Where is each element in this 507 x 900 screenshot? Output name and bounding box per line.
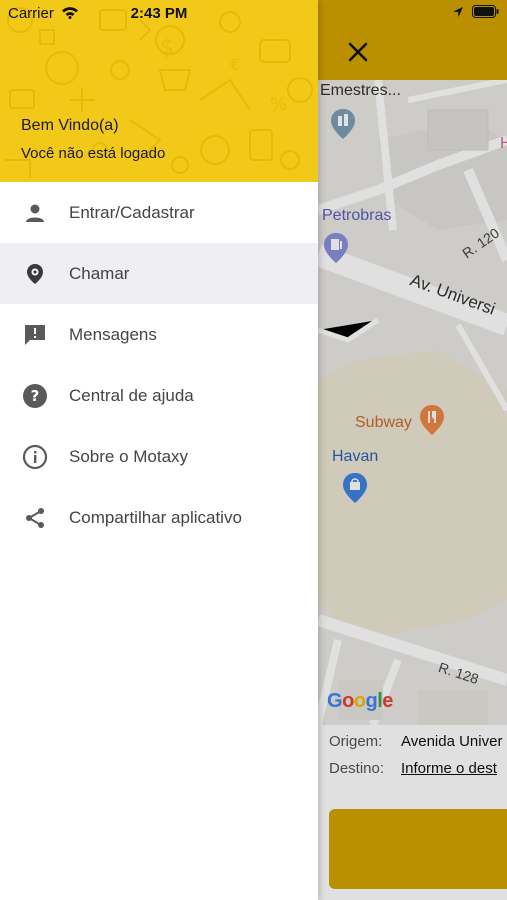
share-icon bbox=[21, 504, 49, 532]
menu-label: Sobre o Motaxy bbox=[69, 446, 189, 466]
close-icon bbox=[348, 42, 368, 62]
drawer-menu: Entrar/Cadastrar Chamar Mensagens ? Cent… bbox=[0, 182, 318, 548]
location-arrow-icon bbox=[453, 6, 463, 17]
shopping-pin-icon[interactable] bbox=[342, 472, 368, 504]
menu-label: Mensagens bbox=[69, 324, 157, 344]
gas-station-pin-icon[interactable] bbox=[323, 232, 349, 264]
origin-row: Origem: Avenida Univer bbox=[329, 733, 502, 750]
battery-icon bbox=[472, 5, 499, 18]
menu-item-central-de-ajuda[interactable]: ? Central de ajuda bbox=[0, 365, 318, 426]
status-right-icons bbox=[452, 5, 499, 18]
info-icon bbox=[21, 443, 49, 471]
origin-label: Origem: bbox=[329, 733, 383, 750]
destination-row: Destino: Informe o dest bbox=[329, 760, 497, 777]
status-bar: Carrier 2:43 PM bbox=[0, 0, 507, 28]
request-ride-button[interactable] bbox=[329, 809, 507, 889]
menu-item-sobre[interactable]: Sobre o Motaxy bbox=[0, 426, 318, 487]
close-button[interactable] bbox=[344, 38, 372, 66]
restaurant-pin-icon[interactable] bbox=[419, 404, 445, 436]
menu-label: Entrar/Cadastrar bbox=[69, 202, 195, 222]
location-pin-icon bbox=[21, 260, 49, 288]
login-status-text: Você não está logado bbox=[21, 145, 166, 162]
svg-text:$: $ bbox=[160, 36, 174, 61]
menu-item-entrar-cadastrar[interactable]: Entrar/Cadastrar bbox=[0, 182, 318, 243]
google-logo: Google bbox=[327, 690, 393, 712]
menu-item-mensagens[interactable]: Mensagens bbox=[0, 304, 318, 365]
svg-text:€: € bbox=[230, 55, 240, 74]
help-icon: ? bbox=[21, 382, 49, 410]
destination-input[interactable]: Informe o dest bbox=[401, 760, 497, 777]
menu-item-compartilhar[interactable]: Compartilhar aplicativo bbox=[0, 487, 318, 548]
map-label-havan: Havan bbox=[332, 448, 379, 465]
origin-value[interactable]: Avenida Univer bbox=[401, 733, 502, 750]
map-label-emestres: Emestres... bbox=[320, 82, 401, 99]
person-icon bbox=[21, 199, 49, 227]
menu-label: Central de ajuda bbox=[69, 385, 194, 405]
navigation-drawer: $ % € Bem Vindo(a) Você não está logado … bbox=[0, 0, 318, 900]
building-pin-icon[interactable] bbox=[330, 108, 356, 140]
message-alert-icon bbox=[21, 321, 49, 349]
destination-label: Destino: bbox=[329, 760, 385, 777]
svg-text:?: ? bbox=[31, 387, 40, 405]
svg-text:%: % bbox=[270, 94, 287, 115]
map-label-subway: Subway bbox=[355, 414, 412, 431]
menu-label: Chamar bbox=[69, 263, 130, 283]
menu-item-chamar[interactable]: Chamar bbox=[0, 243, 318, 304]
map-view[interactable]: Emestres... H Petrobras R. 120 Av. Unive… bbox=[318, 80, 507, 725]
map-label-partial: H bbox=[500, 135, 507, 152]
menu-label: Compartilhar aplicativo bbox=[69, 507, 242, 527]
map-label-petrobras: Petrobras bbox=[322, 207, 392, 224]
welcome-text: Bem Vindo(a) bbox=[21, 117, 119, 134]
route-panel: Origem: Avenida Univer Destino: Informe o … bbox=[318, 725, 507, 900]
status-time: 2:43 PM bbox=[130, 5, 188, 22]
